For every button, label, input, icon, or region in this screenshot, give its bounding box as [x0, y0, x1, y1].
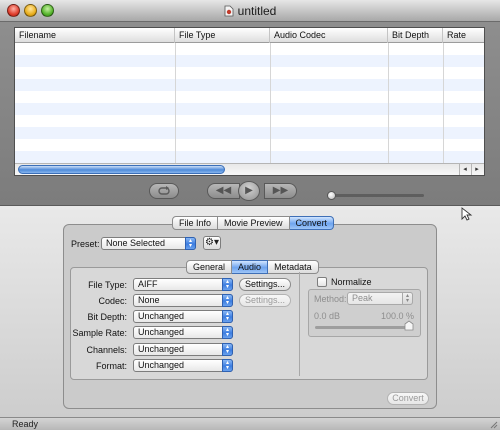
rewind-button[interactable]: ◀◀ — [207, 183, 240, 199]
popup-arrows-icon: ▴ ▾ — [222, 310, 233, 323]
file-table[interactable]: Filename File Type Audio Codec Bit Depth… — [14, 27, 485, 176]
status-bar: Ready — [0, 417, 500, 430]
window-title-wrap: untitled — [0, 4, 500, 18]
bit-depth-label: Bit Depth: — [87, 312, 127, 322]
format-value: Unchanged — [138, 360, 185, 370]
table-row[interactable] — [15, 103, 484, 115]
sample-rate-value: Unchanged — [138, 327, 185, 337]
file-type-value: AIFF — [138, 279, 158, 289]
popup-arrows-icon: ▴ ▾ — [402, 292, 413, 305]
loop-icon — [158, 186, 170, 195]
resize-grip-icon[interactable] — [488, 419, 498, 429]
popup-arrows-icon: ▴ ▾ — [222, 359, 233, 372]
sample-rate-select[interactable]: Unchanged ▴ ▾ — [133, 326, 233, 339]
file-type-label: File Type: — [88, 280, 127, 290]
table-row[interactable] — [15, 79, 484, 91]
normalize-slider-knob[interactable] — [404, 320, 414, 331]
main-tab-bar: File Info Movie Preview Convert — [172, 216, 335, 230]
settings-divider — [299, 272, 300, 376]
column-divider — [388, 43, 389, 163]
file-type-select[interactable]: AIFF ▴ ▾ — [133, 278, 233, 291]
method-label: Method: — [314, 294, 347, 304]
play-button[interactable]: ▶ — [238, 181, 260, 201]
column-header-audio-codec[interactable]: Audio Codec — [270, 28, 388, 43]
tab-file-info[interactable]: File Info — [172, 216, 219, 230]
normalize-label: Normalize — [331, 277, 372, 287]
column-header-rate[interactable]: Rate — [443, 28, 484, 43]
preset-select-value: None Selected — [106, 238, 166, 248]
table-row[interactable] — [15, 91, 484, 103]
table-row[interactable] — [15, 127, 484, 139]
table-row[interactable] — [15, 43, 484, 55]
table-body[interactable] — [15, 43, 484, 163]
popup-arrows-icon: ▴ ▾ — [222, 343, 233, 356]
status-text: Ready — [12, 419, 39, 429]
method-select[interactable]: Peak ▴ ▾ — [347, 292, 413, 305]
table-row[interactable] — [15, 115, 484, 127]
window-title: untitled — [237, 4, 277, 18]
bit-depth-select[interactable]: Unchanged ▴ ▾ — [133, 310, 233, 323]
mouse-cursor-icon — [461, 207, 473, 221]
column-header-file-type[interactable]: File Type — [175, 28, 270, 43]
codec-settings-button[interactable]: Settings... — [239, 294, 291, 307]
table-row[interactable] — [15, 151, 484, 163]
volume-slider[interactable] — [327, 191, 424, 200]
column-header-filename[interactable]: Filename — [15, 28, 175, 43]
preset-label: Preset: — [71, 239, 100, 249]
sample-rate-label: Sample Rate: — [72, 328, 127, 338]
channels-label: Channels: — [86, 345, 127, 355]
popup-arrows-icon: ▴ ▾ — [222, 278, 233, 291]
tab-audio[interactable]: Audio — [232, 260, 269, 274]
scroll-left-arrow-icon[interactable]: ◂ — [459, 164, 470, 175]
format-label: Format: — [95, 361, 127, 371]
table-row[interactable] — [15, 55, 484, 67]
fast-forward-button[interactable]: ▶▶ — [264, 183, 297, 199]
table-row[interactable] — [15, 67, 484, 79]
file-type-settings-button[interactable]: Settings... — [239, 278, 291, 291]
table-row[interactable] — [15, 139, 484, 151]
bit-depth-value: Unchanged — [138, 311, 185, 321]
codec-select[interactable]: None ▴ ▾ — [133, 294, 233, 307]
document-proxy-icon[interactable] — [224, 5, 234, 17]
scroll-right-arrow-icon[interactable]: ▸ — [471, 164, 482, 175]
codec-value: None — [138, 295, 160, 305]
normalize-level-slider[interactable] — [315, 326, 413, 329]
horizontal-scrollbar[interactable]: ◂ ▸ — [15, 163, 484, 175]
table-header: Filename File Type Audio Codec Bit Depth… — [15, 28, 484, 43]
tab-movie-preview[interactable]: Movie Preview — [218, 216, 290, 230]
popup-arrows-icon: ▴ ▾ — [185, 237, 196, 250]
column-divider — [443, 43, 444, 163]
normalize-checkbox[interactable] — [317, 277, 327, 287]
preset-select[interactable]: None Selected ▴ ▾ — [101, 237, 196, 250]
column-divider — [175, 43, 176, 163]
format-select[interactable]: Unchanged ▴ ▾ — [133, 359, 233, 372]
normalize-min-label: 0.0 dB — [314, 311, 341, 321]
tab-convert[interactable]: Convert — [289, 216, 335, 230]
column-divider — [270, 43, 271, 163]
transport-controls: ◀◀ ▶▶ ▶ — [207, 181, 297, 201]
popup-arrows-icon: ▴ ▾ — [222, 326, 233, 339]
method-value: Peak — [352, 293, 373, 303]
convert-button[interactable]: Convert — [387, 392, 429, 405]
scrollbar-thumb[interactable] — [18, 165, 225, 174]
title-bar: untitled — [0, 0, 500, 22]
column-header-bit-depth[interactable]: Bit Depth — [388, 28, 443, 43]
channels-value: Unchanged — [138, 344, 185, 354]
loop-button[interactable] — [149, 183, 179, 199]
gear-menu-button[interactable]: ⚙▾ — [203, 236, 221, 250]
tab-general[interactable]: General — [186, 260, 233, 274]
tab-metadata[interactable]: Metadata — [268, 260, 319, 274]
popup-arrows-icon: ▴ ▾ — [222, 294, 233, 307]
channels-select[interactable]: Unchanged ▴ ▾ — [133, 343, 233, 356]
codec-label: Codec: — [98, 296, 127, 306]
volume-slider-knob[interactable] — [327, 191, 336, 200]
